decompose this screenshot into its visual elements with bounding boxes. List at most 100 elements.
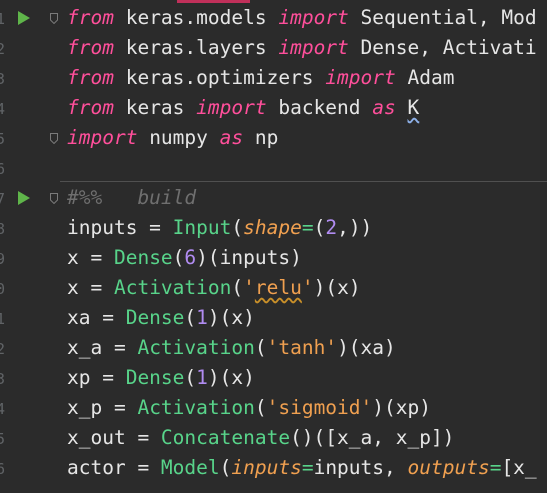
code-token: 1 <box>196 366 208 389</box>
code-line[interactable]: 2 x_a = Activation('tanh')(xa) <box>0 333 547 363</box>
code-text[interactable]: from keras.optimizers import Adam <box>67 66 454 90</box>
code-token: np <box>243 126 279 149</box>
code-text[interactable]: from keras.layers import Dense, Activati <box>67 36 537 60</box>
line-number: 4 <box>0 400 6 418</box>
line-number: 6 <box>0 460 6 478</box>
code-text[interactable]: import numpy as np <box>67 126 278 150</box>
code-token: Dense <box>125 366 185 389</box>
code-token: )(inputs) <box>196 246 302 269</box>
code-line[interactable]: 3 xp = Dense(1)(x) <box>0 363 547 393</box>
code-editor[interactable]: 1 from keras.models import Sequential, Mo… <box>0 0 547 493</box>
code-token: keras.optimizers <box>113 66 326 89</box>
code-line[interactable]: 6 actor = Model(inputs=inputs, outputs=[x… <box>0 453 547 483</box>
code-line[interactable]: 7 #%% build <box>0 183 547 213</box>
line-number: 8 <box>0 220 6 238</box>
code-token: )(x) <box>207 366 255 389</box>
code-token: ' <box>243 276 255 299</box>
line-number: 1 <box>0 10 6 28</box>
line-number: 3 <box>0 370 6 388</box>
code-line[interactable]: 2 from keras.layers import Dense, Activat… <box>0 33 547 63</box>
code-text[interactable]: x = Dense(6)(inputs) <box>67 246 302 270</box>
code-token: 2 <box>325 216 338 239</box>
line-number: 6 <box>0 160 6 178</box>
code-token: shape <box>243 216 302 239</box>
code-line[interactable]: 6 <box>0 153 547 183</box>
code-line[interactable]: 0 x = Activation('relu')(x) <box>0 273 547 303</box>
code-token: x = <box>67 276 114 299</box>
code-token: ( <box>254 396 267 419</box>
code-text[interactable]: #%% build <box>67 186 196 210</box>
code-token: Activation <box>137 396 255 419</box>
code-token: Concatenate <box>160 426 291 449</box>
code-token: relu <box>254 276 302 299</box>
code-token: Input <box>172 216 232 239</box>
code-text[interactable]: actor = Model(inputs=inputs, outputs=[x_ <box>67 456 537 480</box>
code-token: import <box>67 126 138 149</box>
code-text[interactable]: x = Activation('relu')(x) <box>67 276 361 300</box>
code-token: outputs <box>407 456 490 479</box>
code-token: ,)) <box>337 216 373 239</box>
code-token: import <box>196 96 267 119</box>
code-token: ( <box>184 366 197 389</box>
line-number: 0 <box>0 280 6 298</box>
code-token: Activation <box>137 336 255 359</box>
code-text[interactable]: x_a = Activation('tanh')(xa) <box>67 336 396 360</box>
code-token: = <box>301 216 314 239</box>
code-line[interactable]: 8 inputs = Input(shape=(2,)) <box>0 213 547 243</box>
code-line[interactable]: 5 import numpy as np <box>0 123 547 153</box>
code-token: Sequential, Mod <box>348 6 537 29</box>
code-line[interactable]: 9 x = Dense(6)(inputs) <box>0 243 547 273</box>
code-token: 'tanh' <box>266 336 338 359</box>
code-token: [x_ <box>501 456 537 479</box>
code-line[interactable]: 3 from keras.optimizers import Adam <box>0 63 547 93</box>
code-token: = <box>489 456 502 479</box>
code-line[interactable]: 1 from keras.models import Sequential, Mo… <box>0 3 547 33</box>
code-token: Activation <box>113 276 232 299</box>
fold-marker-icon[interactable] <box>50 13 58 24</box>
code-text[interactable]: x_p = Activation('sigmoid')(xp) <box>67 396 431 420</box>
run-cell-icon[interactable] <box>18 191 30 205</box>
code-token: xp = <box>67 366 126 389</box>
code-token: )(xp) <box>372 396 431 419</box>
line-number: 7 <box>0 190 6 208</box>
code-token: x_p = <box>67 396 138 419</box>
code-token: import <box>325 66 396 89</box>
line-number: 4 <box>0 100 6 118</box>
code-token: Dense <box>113 246 173 269</box>
code-text[interactable]: inputs = Input(shape=(2,)) <box>67 216 372 240</box>
fold-marker-icon[interactable] <box>50 193 58 204</box>
code-token: from <box>67 36 114 59</box>
code-token: import <box>278 36 349 59</box>
code-text[interactable]: from keras import backend as K <box>67 96 419 120</box>
code-token: inputs, <box>313 456 408 479</box>
code-token: keras.layers <box>113 36 279 59</box>
code-token: ( <box>219 456 232 479</box>
code-token: 'sigmoid' <box>266 396 373 419</box>
code-token: ( <box>231 276 244 299</box>
code-token: 1 <box>196 306 208 329</box>
code-token: x_out = <box>67 426 161 449</box>
code-text[interactable]: x_out = Concatenate()([x_a, x_p]) <box>67 426 454 450</box>
code-token: inputs = <box>67 216 173 239</box>
code-text[interactable]: from keras.models import Sequential, Mod <box>67 6 537 30</box>
code-line[interactable]: 4 from keras import backend as K <box>0 93 547 123</box>
code-line[interactable]: 5 x_out = Concatenate()([x_a, x_p]) <box>0 423 547 453</box>
code-token: ( <box>231 216 244 239</box>
code-token: ( <box>313 216 326 239</box>
code-token: )(x) <box>207 306 255 329</box>
line-number: 2 <box>0 340 6 358</box>
code-text[interactable]: xp = Dense(1)(x) <box>67 366 255 390</box>
code-token: x_a = <box>67 336 138 359</box>
run-cell-icon[interactable] <box>18 11 30 25</box>
code-token: ()([x_a, x_p]) <box>290 426 455 449</box>
code-token: 6 <box>184 246 197 269</box>
code-text[interactable]: xa = Dense(1)(x) <box>67 306 255 330</box>
code-token: from <box>67 96 114 119</box>
code-token: import <box>278 6 349 29</box>
code-line[interactable]: 4 x_p = Activation('sigmoid')(xp) <box>0 393 547 423</box>
fold-marker-icon[interactable] <box>50 133 58 144</box>
code-line[interactable]: 1 xa = Dense(1)(x) <box>0 303 547 333</box>
code-token: as <box>372 96 396 119</box>
code-token: keras <box>113 96 197 119</box>
